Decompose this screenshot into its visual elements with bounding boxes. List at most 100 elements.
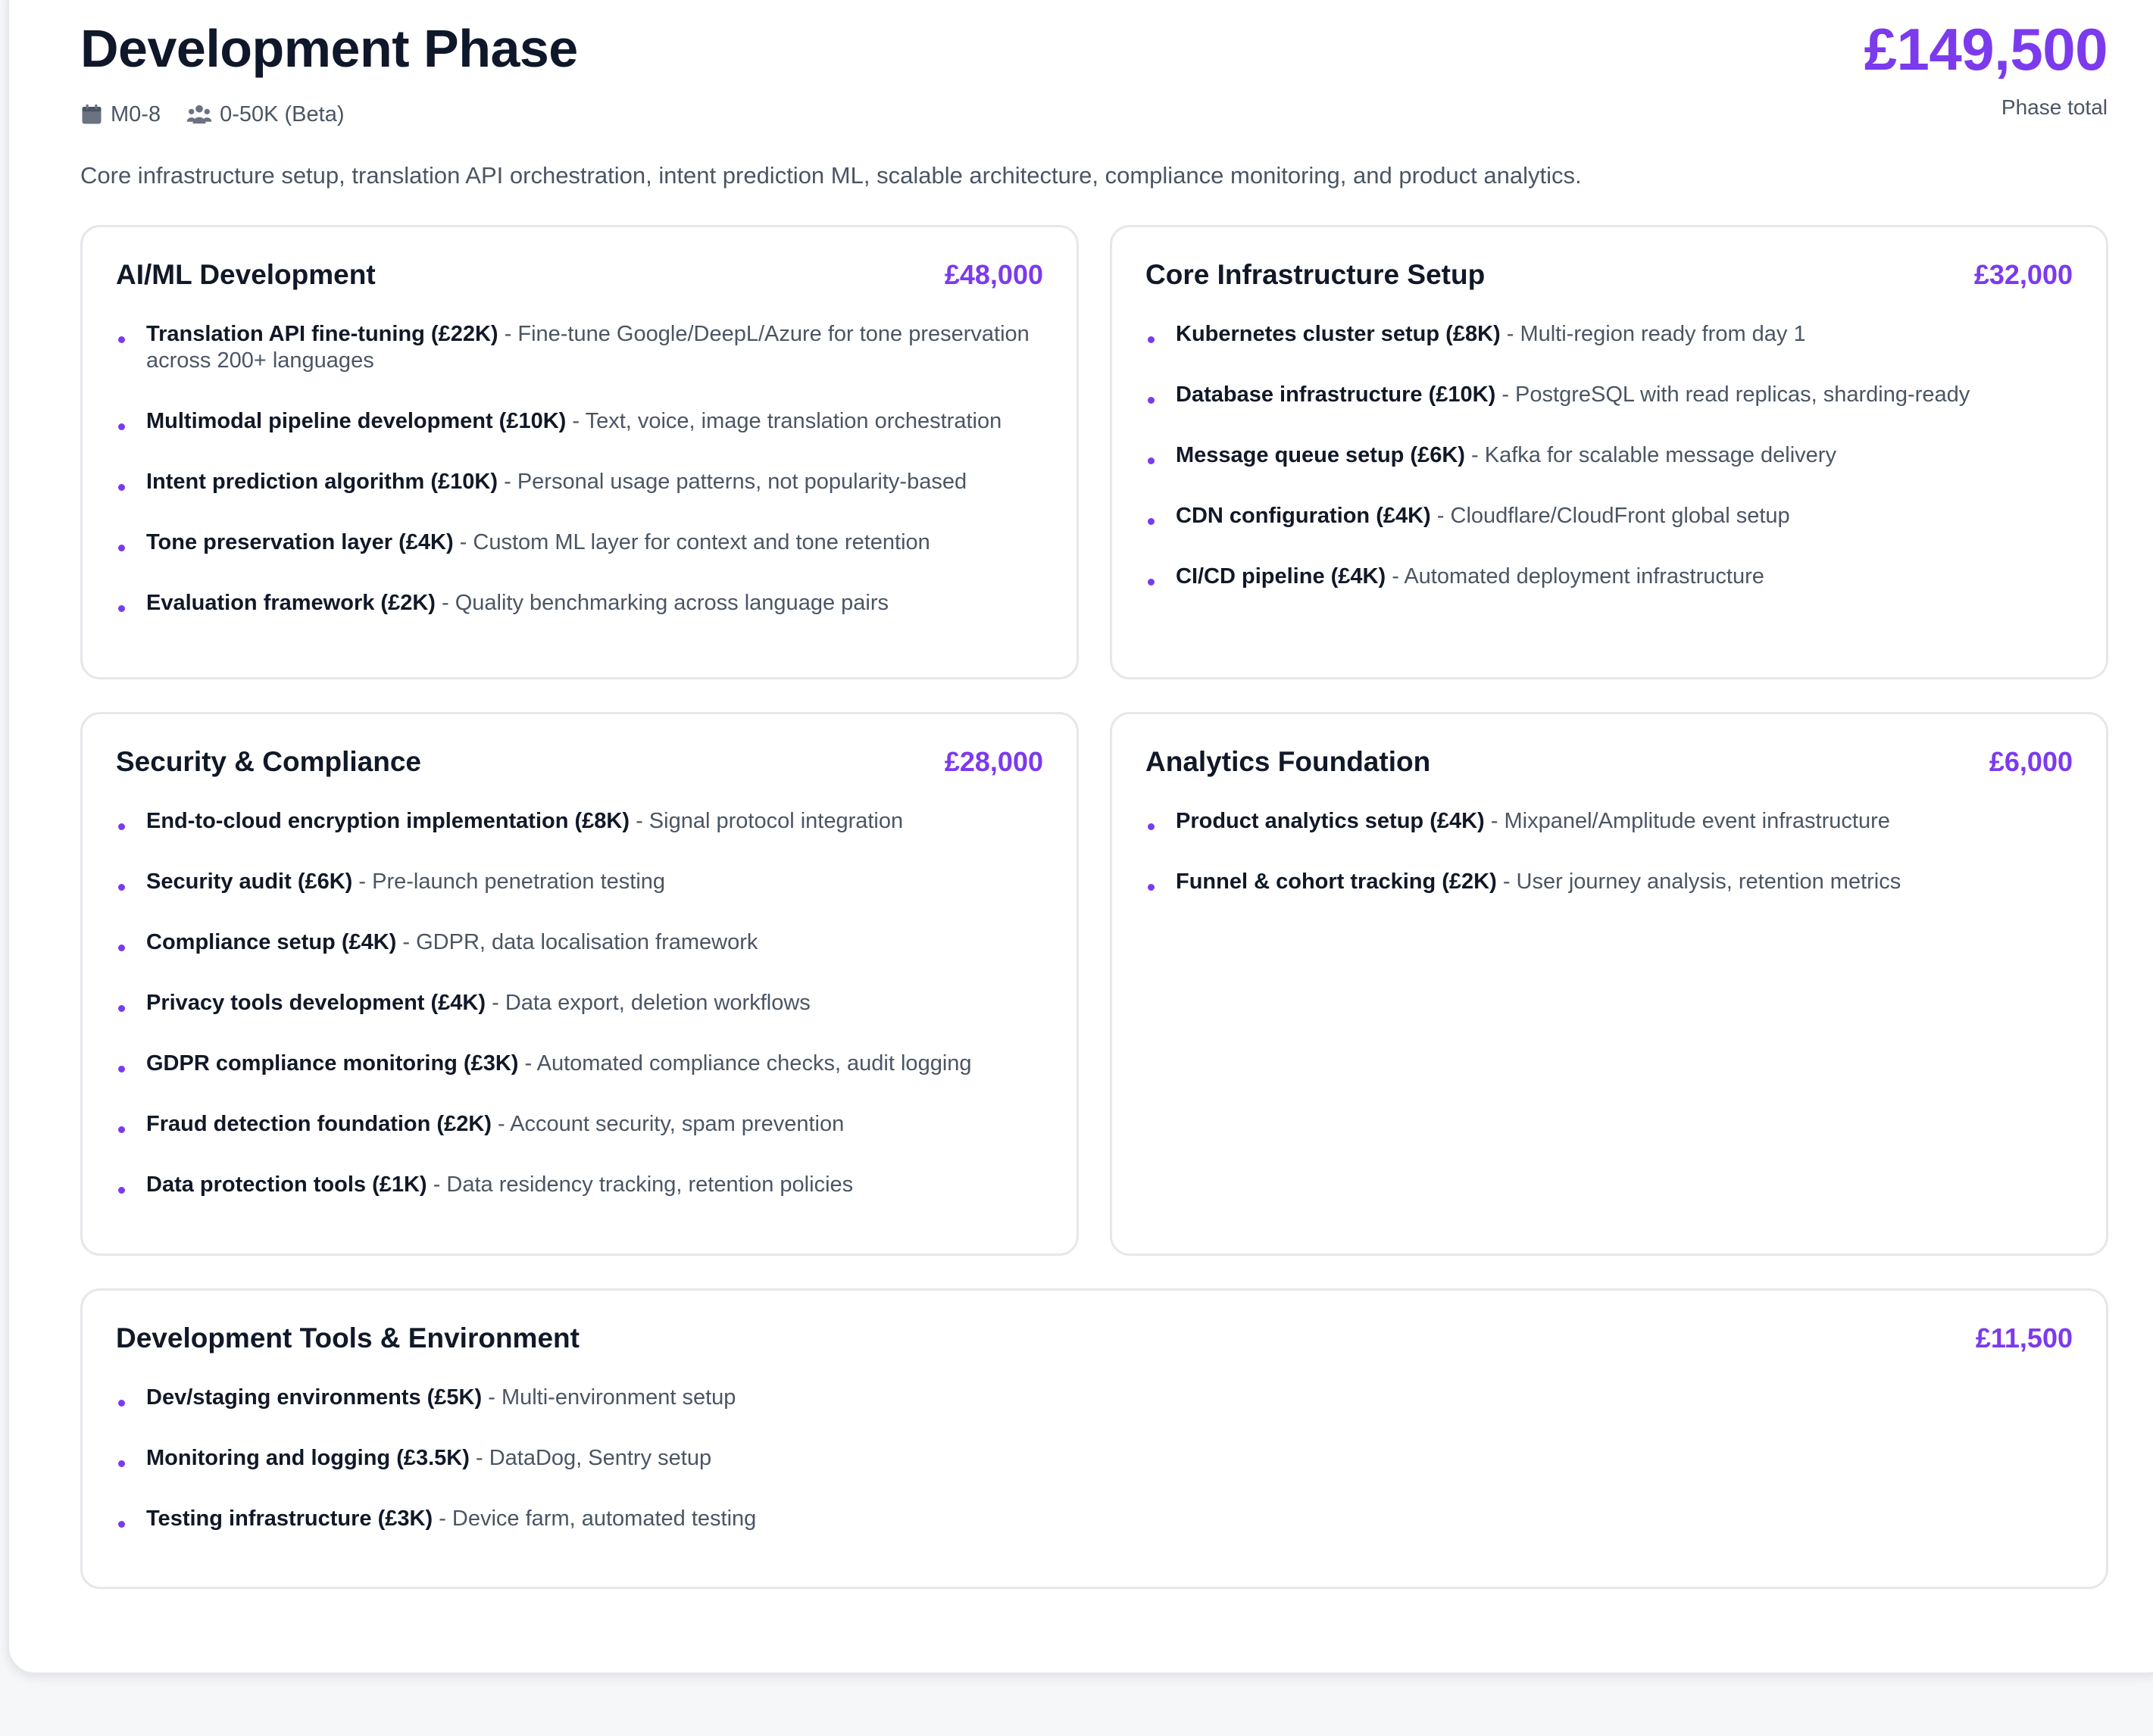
section-header: Core Infrastructure Setup £32,000 [1145,256,2073,294]
page-title: Development Phase [80,19,578,78]
cost-item-name: Monitoring and logging (£3.5K) [146,1446,470,1470]
section-title: Security & Compliance [116,746,422,777]
cost-item: Kubernetes cluster setup (£8K) - Multi-r… [1145,321,2073,348]
cost-item-name: Data protection tools (£1K) [146,1172,427,1197]
separator: - [1500,322,1520,346]
cost-item-description: Data export, deletion workflows [505,991,811,1015]
section-title: Analytics Foundation [1145,746,1431,777]
meta-timeline: M0-8 [80,102,161,127]
separator: - [427,1172,447,1197]
cost-item-list: End-to-cloud encryption implementation (… [116,808,1043,1198]
cost-item-description: Mixpanel/Amplitude event infrastructure [1504,809,1890,833]
cost-item-name: GDPR compliance monitoring (£3K) [146,1051,519,1076]
section-cost: £6,000 [1989,746,2073,777]
bullet-icon [1148,457,1155,464]
bullet-icon [1148,823,1155,830]
cost-item-name: Kubernetes cluster setup (£8K) [1176,322,1501,346]
phase-total-amount: £149,500 [1864,16,2108,83]
cost-item: Data protection tools (£1K) - Data resid… [116,1172,1043,1198]
phase-total-label: Phase total [2001,95,2108,119]
cost-item-description: Multi-region ready from day 1 [1520,322,1806,346]
cost-item-list: Kubernetes cluster setup (£8K) - Multi-r… [1145,321,2073,590]
cost-item-name: End-to-cloud encryption implementation (… [146,809,630,833]
cost-item-description: Custom ML layer for context and tone ret… [473,530,930,554]
section-cost: £32,000 [1973,259,2073,290]
phase-meta: M0-8 0-50K (Beta) [80,97,345,132]
cost-item: Dev/staging environments (£5K) - Multi-e… [116,1385,2073,1411]
cost-item: Funnel & cohort tracking (£2K) - User jo… [1145,869,2073,895]
separator: - [1430,504,1451,528]
cost-item-description: Multi-environment setup [501,1385,736,1410]
users-icon [186,103,212,126]
cost-item-name: Evaluation framework (£2K) [146,591,436,615]
bullet-icon [118,1187,125,1194]
section-cost: £11,500 [1975,1322,2073,1354]
section-header: Development Tools & Environment £11,500 [116,1319,2073,1357]
cost-item: CDN configuration (£4K) - Cloudflare/Clo… [1145,503,2073,529]
cost-item-name: Intent prediction algorithm (£10K) [146,470,498,494]
cost-item-name: Dev/staging environments (£5K) [146,1385,483,1410]
bullet-icon [118,1400,125,1407]
cost-item-name: Translation API fine-tuning (£22K) [146,322,498,346]
separator: - [518,1051,537,1076]
cost-item-name: Testing infrastructure (£3K) [146,1507,433,1531]
separator: - [1496,870,1517,894]
bullet-icon [1148,518,1155,525]
bullet-icon [118,484,125,491]
phase-total: £149,500 Phase total [1864,20,2108,120]
cost-item: Database infrastructure (£10K) - Postgre… [1145,382,2073,408]
phase-description: Core infrastructure setup, translation A… [80,162,1582,189]
cost-item: Evaluation framework (£2K) - Quality ben… [116,590,1043,617]
separator: - [498,322,518,346]
section-cost: £28,000 [944,746,1043,777]
meta-timeline-text: M0-8 [111,101,161,126]
cost-item: Testing infrastructure (£3K) - Device fa… [116,1506,2073,1532]
section-analytics-foundation: Analytics Foundation £6,000 Product anal… [1110,712,2108,1256]
separator: - [630,809,649,833]
cost-item-name: Compliance setup (£4K) [146,930,397,954]
cost-item-name: Message queue setup (£6K) [1176,443,1465,467]
cost-item-description: Automated compliance checks, audit loggi… [536,1051,972,1076]
cost-item-name: Database infrastructure (£10K) [1176,382,1496,407]
cost-item-description: PostgreSQL with read replicas, sharding-… [1515,382,1970,407]
bullet-icon [118,1066,125,1073]
separator: - [566,409,586,433]
cost-item-list: Dev/staging environments (£5K) - Multi-e… [116,1385,2073,1532]
cost-item-name: Security audit (£6K) [146,870,353,894]
bullet-icon [118,1005,125,1012]
cost-item-name: Funnel & cohort tracking (£2K) [1176,870,1497,894]
bullet-icon [1148,579,1155,585]
separator: - [453,530,473,554]
cost-item-description: Pre-launch penetration testing [372,870,666,894]
cost-item-description: DataDog, Sentry setup [489,1446,712,1470]
cost-item: Compliance setup (£4K) - GDPR, data loca… [116,929,1043,956]
separator: - [491,1112,511,1136]
calendar-icon [80,103,103,126]
cost-item-description: Text, voice, image translation orchestra… [585,409,1002,433]
section-cost: £48,000 [944,259,1043,290]
cost-item: Multimodal pipeline development (£10K) -… [116,408,1043,435]
cost-item-name: CDN configuration (£4K) [1176,504,1431,528]
section-development-tools: Development Tools & Environment £11,500 … [80,1288,2108,1589]
cost-item-name: Tone preservation layer (£4K) [146,530,454,554]
separator: - [1484,809,1505,833]
cost-item-name: CI/CD pipeline (£4K) [1176,564,1386,589]
cost-item-description: Data residency tracking, retention polic… [446,1172,854,1197]
cost-item: Fraud detection foundation (£2K) - Accou… [116,1111,1043,1138]
cost-item-list: Translation API fine-tuning (£22K) - Fin… [116,321,1043,617]
cost-item: Intent prediction algorithm (£10K) - Per… [116,469,1043,495]
separator: - [352,870,373,894]
cost-item: Security audit (£6K) - Pre-launch penetr… [116,869,1043,895]
cost-item: Monitoring and logging (£3.5K) - DataDog… [116,1445,2073,1472]
section-ai-ml-development: AI/ML Development £48,000 Translation AP… [80,225,1079,679]
cost-item-description: GDPR, data localisation framework [416,930,758,954]
cost-item-name: Product analytics setup (£4K) [1176,809,1485,833]
section-security-compliance: Security & Compliance £28,000 End-to-clo… [80,712,1079,1256]
section-header: Security & Compliance £28,000 [116,743,1043,781]
section-title: Development Tools & Environment [116,1322,580,1354]
bullet-icon [118,823,125,830]
cost-item: GDPR compliance monitoring (£3K) - Autom… [116,1051,1043,1077]
bullet-icon [1148,397,1155,404]
cost-item-name: Privacy tools development (£4K) [146,991,486,1015]
phase-header: Development Phase M0-8 0-50K (Beta) £149… [80,18,2108,139]
